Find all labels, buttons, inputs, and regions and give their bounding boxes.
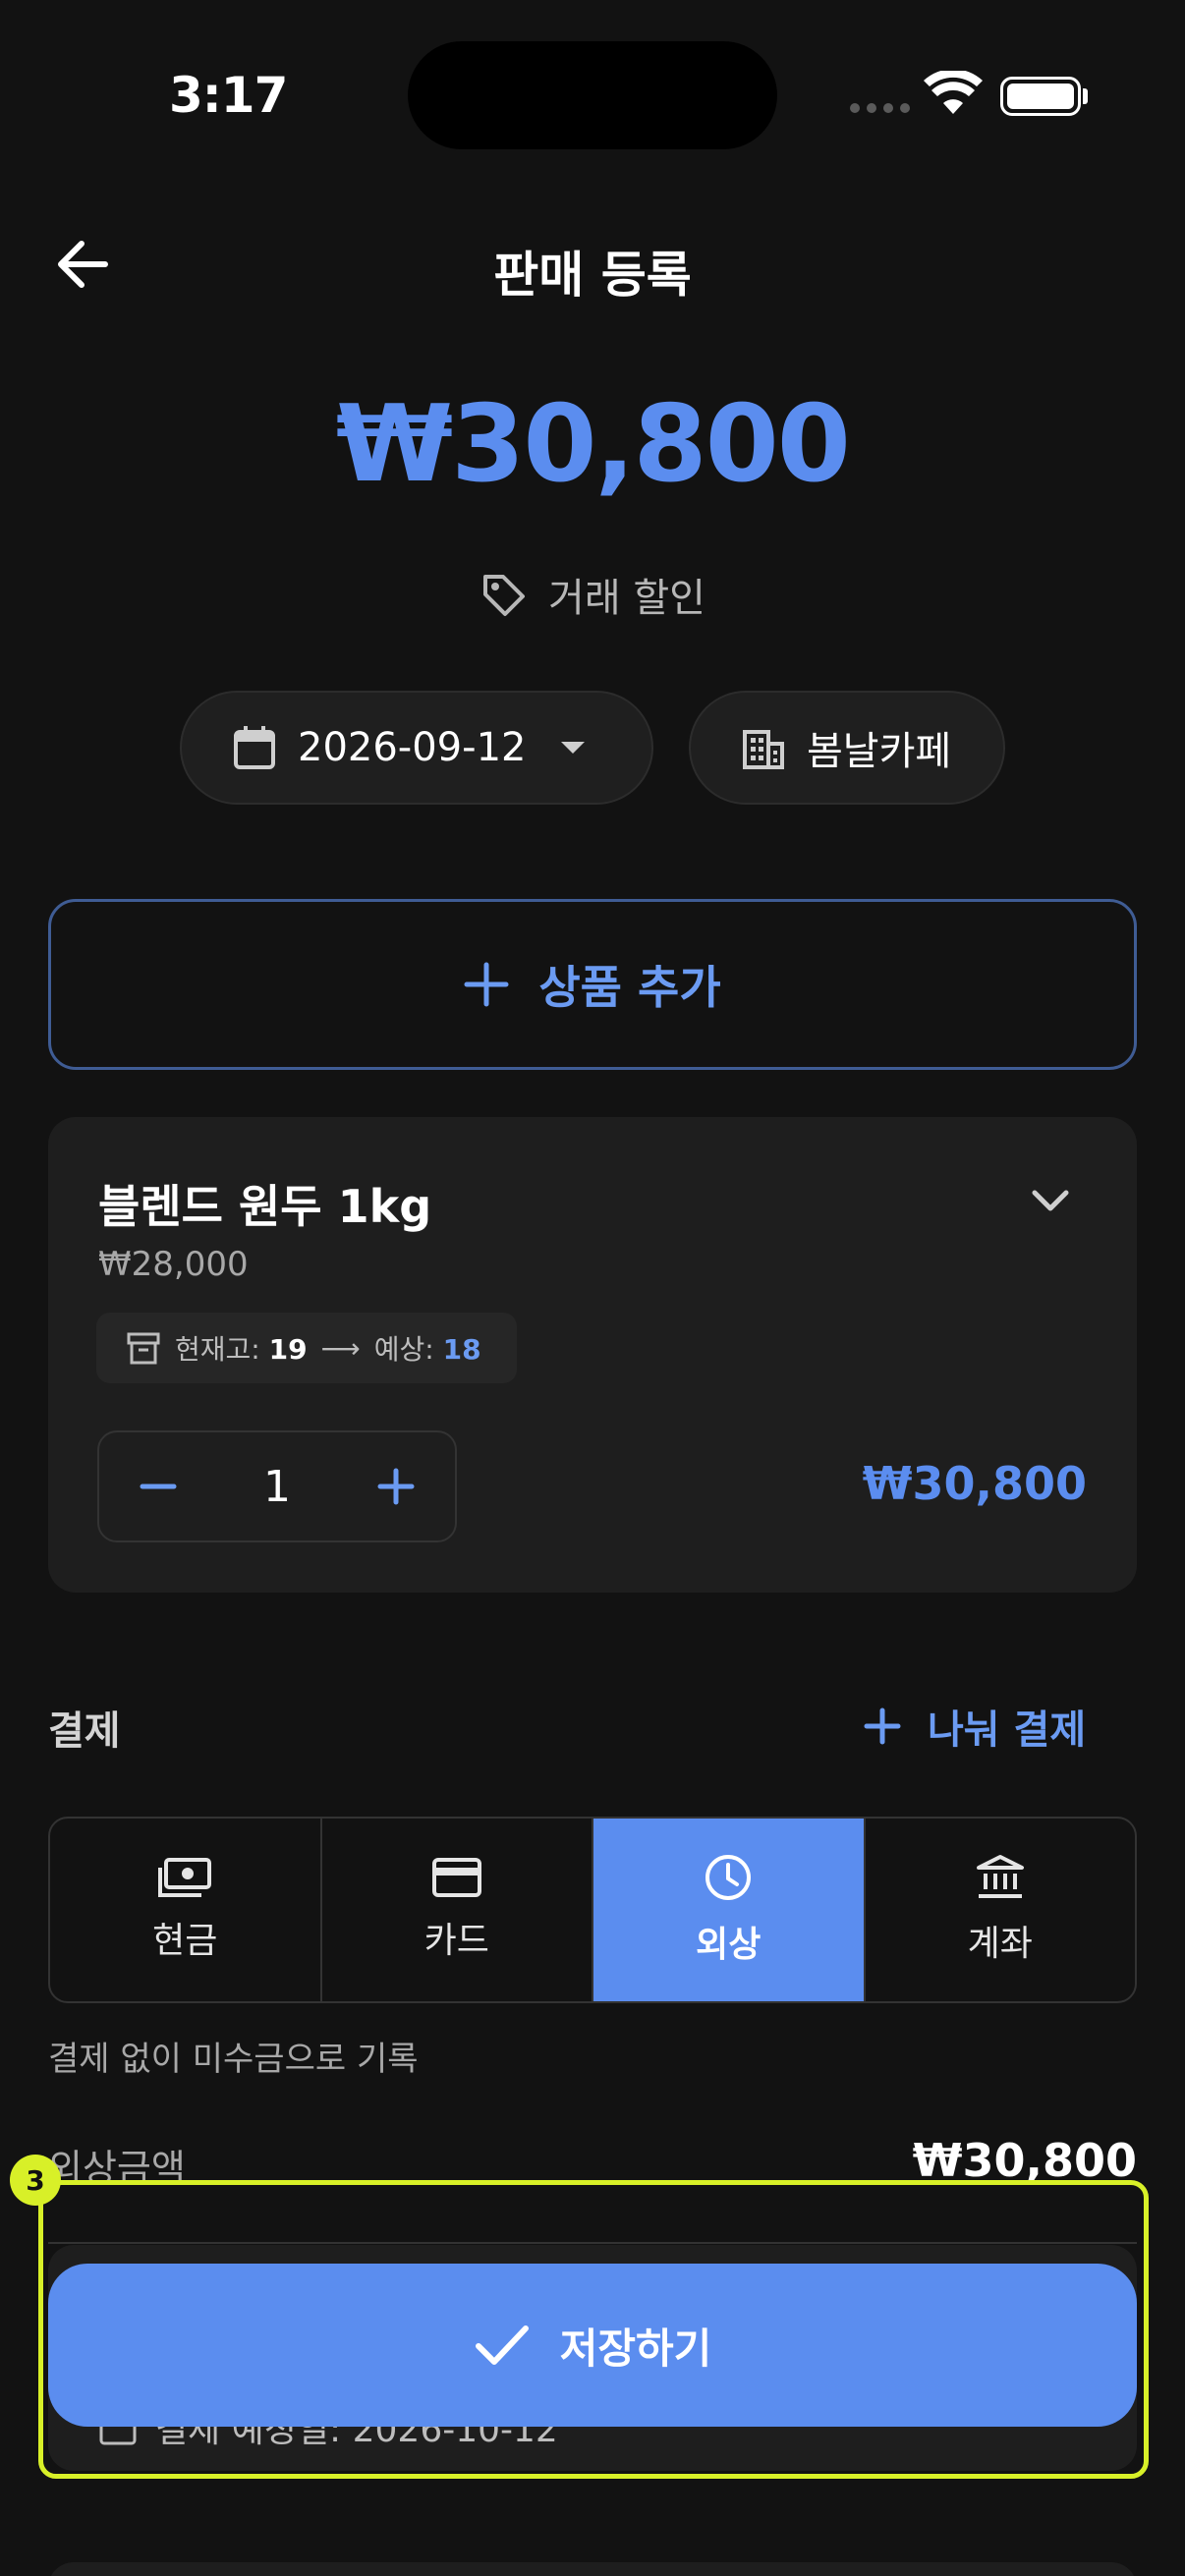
date-value: 2026-09-12 — [298, 725, 527, 770]
status-time: 3:17 — [169, 67, 288, 124]
arrow-right-icon: ⟶ — [320, 1331, 361, 1365]
annotation-badge: 3 — [10, 2155, 61, 2206]
store-selector[interactable]: 봄날카페 — [689, 691, 1005, 805]
save-label: 저장하기 — [559, 2324, 712, 2373]
payment-method-group: 현금 카드 외상 계좌 — [48, 1817, 1137, 2003]
payment-section-label: 결제 — [48, 1708, 121, 1754]
add-product-button[interactable]: 상품 추가 — [48, 899, 1137, 1070]
plus-icon — [464, 962, 509, 1007]
stock-label: 현재고: — [175, 1333, 260, 1366]
stock-current: 19 — [268, 1333, 308, 1366]
payment-method-cash[interactable]: 현금 — [50, 1819, 322, 2001]
bank-icon — [976, 1855, 1024, 1898]
payment-method-label: 카드 — [423, 1921, 489, 1961]
split-payment-label: 나눠 결제 — [928, 1708, 1087, 1753]
battery-cap — [1083, 88, 1088, 104]
chevron-down-icon[interactable] — [1029, 1179, 1072, 1222]
payment-method-credit[interactable]: 외상 — [593, 1819, 866, 2001]
bottom-card — [48, 2562, 1137, 2576]
wifi-icon — [924, 71, 983, 114]
product-name: 블렌드 원두 1kg — [98, 1180, 432, 1233]
building-icon — [743, 730, 784, 769]
payment-note: 결제 없이 미수금으로 기록 — [48, 2040, 419, 2079]
payment-method-card[interactable]: 카드 — [322, 1819, 593, 2001]
battery-icon — [1000, 77, 1081, 116]
tag-icon — [483, 575, 526, 616]
quantity-stepper: 1 — [97, 1430, 457, 1542]
calendar-icon — [234, 726, 275, 769]
plus-button[interactable] — [376, 1467, 416, 1506]
quantity-value: 1 — [263, 1461, 291, 1512]
save-button[interactable]: 저장하기 — [48, 2264, 1137, 2427]
archive-icon — [127, 1332, 160, 1365]
payment-method-label: 현금 — [152, 1921, 218, 1961]
clock-icon — [705, 1855, 752, 1900]
stock-info: 현재고: 19 ⟶ 예상: 18 — [96, 1313, 517, 1383]
stock-expected: 18 — [442, 1333, 481, 1366]
product-unit-price: ₩28,000 — [98, 1245, 249, 1284]
cash-icon — [158, 1858, 212, 1897]
store-name: 봄날카페 — [807, 729, 952, 774]
date-picker[interactable]: 2026-09-12 — [180, 691, 653, 805]
payment-method-account[interactable]: 계좌 — [866, 1819, 1136, 2001]
payment-method-label: 외상 — [696, 1925, 762, 1965]
plus-icon — [864, 1708, 901, 1745]
split-payment-button[interactable]: 나눠 결제 — [863, 1698, 1086, 1755]
check-icon — [475, 2325, 529, 2365]
discount-label: 거래 할인 — [548, 576, 705, 621]
stock-expected-label: 예상: — [373, 1333, 434, 1366]
add-product-label: 상품 추가 — [538, 961, 721, 1014]
payment-method-label: 계좌 — [967, 1924, 1033, 1964]
total-amount: ₩30,800 — [336, 383, 851, 506]
dynamic-island — [408, 41, 777, 149]
signal-icon — [850, 103, 910, 113]
credit-amount-value: ₩30,800 — [912, 2134, 1137, 2187]
line-total: ₩30,800 — [862, 1457, 1087, 1510]
card-icon — [431, 1858, 481, 1897]
chevron-down-icon — [561, 742, 586, 754]
discount-button[interactable]: 거래 할인 — [0, 566, 1185, 623]
page-title: 판매 등록 — [493, 247, 692, 304]
minus-button[interactable] — [139, 1467, 178, 1506]
